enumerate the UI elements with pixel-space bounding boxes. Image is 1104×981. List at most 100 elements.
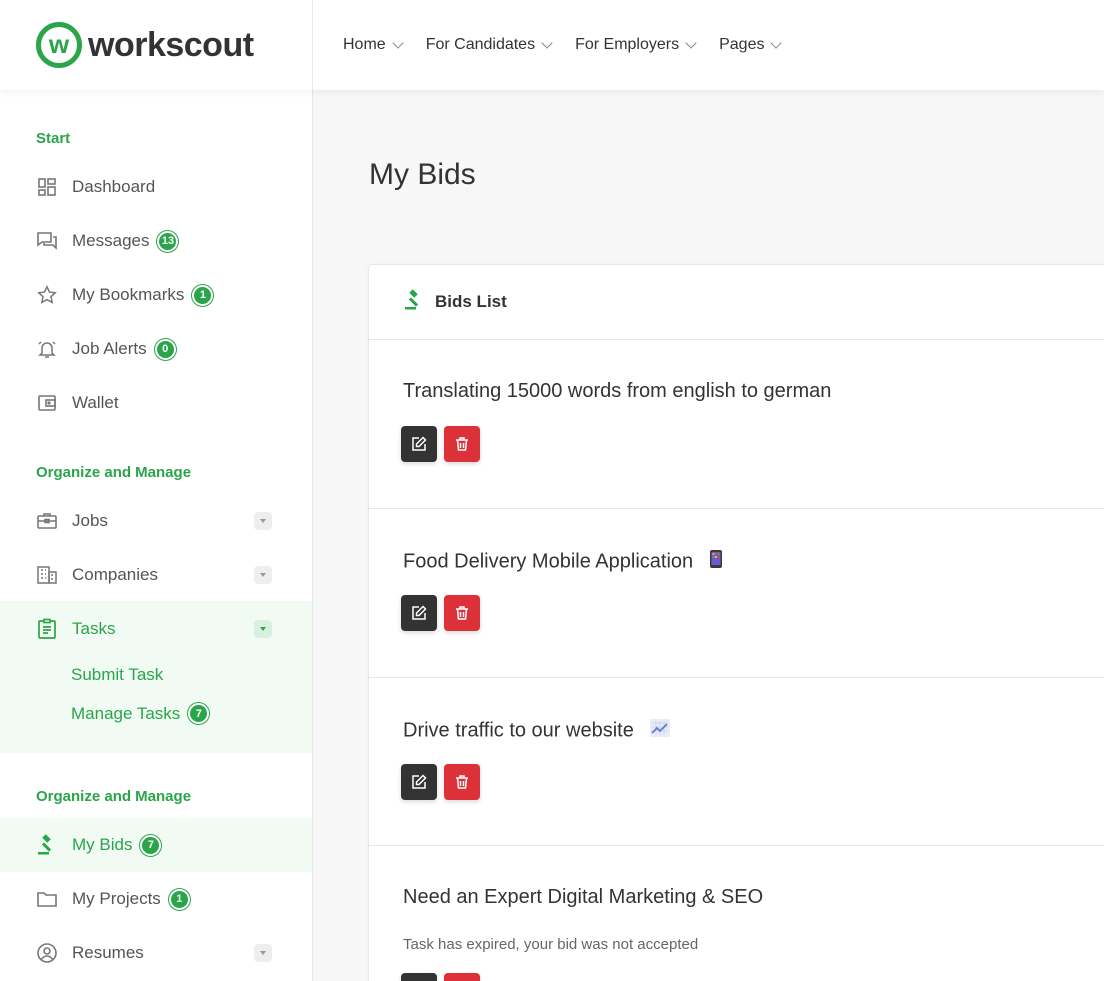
my-projects-count-badge: 1: [168, 888, 190, 910]
bid-title: Need an Expert Digital Marketing & SEO: [403, 886, 764, 908]
nav-for-candidates-label: For Candidates: [425, 36, 536, 53]
bid-title-row: Drive traffic to our website: [403, 718, 671, 744]
manage-tasks-count-badge: 7: [188, 703, 210, 724]
clipboard-icon: [36, 618, 58, 640]
list-item: Food Delivery Mobile Application: [369, 509, 1104, 678]
sidebar-item-companies[interactable]: Companies: [0, 548, 312, 602]
sidebar-item-label: My Bids: [72, 835, 133, 854]
nav-pages-label: Pages: [719, 36, 765, 53]
sidebar-item-messages[interactable]: Messages 13: [0, 214, 312, 268]
logo-letter: w: [48, 29, 70, 59]
delete-button[interactable]: [444, 595, 480, 631]
delete-button[interactable]: [444, 973, 480, 981]
gavel-icon: [36, 834, 58, 856]
user-circle-icon: [36, 942, 58, 964]
list-item: Drive traffic to our website: [369, 678, 1104, 846]
sidebar-item-label: Wallet: [72, 393, 119, 412]
card-header: Bids List: [369, 265, 1104, 340]
section-title-start: Start: [36, 130, 71, 147]
sidebar-subitem-manage-tasks[interactable]: Manage Tasks 7: [71, 703, 210, 724]
card-title: Bids List: [435, 292, 507, 311]
nav-pages[interactable]: Pages: [719, 36, 783, 54]
list-item: Need an Expert Digital Marketing & SEO T…: [369, 846, 1104, 981]
edit-button[interactable]: [401, 973, 437, 981]
sidebar-item-my-projects[interactable]: My Projects 1: [0, 872, 312, 926]
sidebar-item-label: Resumes: [72, 943, 144, 962]
top-header: w workscout Home For Candidates For Empl…: [0, 0, 1104, 90]
sidebar-item-bookmarks[interactable]: My Bookmarks 1: [0, 268, 312, 322]
chart-increasing-icon: [649, 718, 671, 744]
sidebar-item-dashboard[interactable]: Dashboard: [0, 160, 312, 214]
briefcase-icon: [36, 510, 58, 532]
section-title-organize-2: Organize and Manage: [36, 788, 192, 805]
edit-button[interactable]: [401, 595, 437, 631]
delete-button[interactable]: [444, 764, 480, 800]
sidebar-item-resumes[interactable]: Resumes: [0, 926, 312, 980]
sidebar-item-label: Messages: [72, 231, 150, 250]
logo-mark-icon: w: [36, 22, 82, 68]
sidebar-subitem-label: Submit Task: [71, 665, 164, 684]
sidebar-item-jobs[interactable]: Jobs: [0, 494, 312, 548]
edit-icon: [412, 605, 427, 620]
nav-for-employers-label: For Employers: [575, 36, 680, 53]
chevron-down-icon: [541, 37, 553, 49]
chevron-down-icon: [770, 37, 783, 49]
chevron-down-icon: [392, 37, 404, 49]
mobile-phone-icon: [709, 549, 723, 575]
my-bids-count-badge: 7: [140, 834, 162, 856]
dropdown-toggle-icon[interactable]: [254, 620, 272, 638]
trash-icon: [456, 437, 468, 451]
sidebar-item-label: Companies: [72, 565, 158, 584]
sidebar: Start Dashboard Messages 13 My Bookmarks…: [0, 90, 313, 981]
nav-for-employers[interactable]: For Employers: [575, 36, 697, 54]
sidebar-item-label: Jobs: [72, 511, 108, 530]
bell-icon: [36, 338, 58, 360]
section-title-organize: Organize and Manage: [36, 464, 192, 481]
page-title: My Bids: [369, 158, 476, 191]
bid-status-note: Task has expired, your bid was not accep…: [403, 936, 699, 953]
building-icon: [36, 564, 58, 586]
messages-count-badge: 13: [157, 230, 179, 252]
sidebar-subitem-submit-task[interactable]: Submit Task: [71, 665, 163, 685]
sidebar-item-label: Job Alerts: [72, 339, 147, 358]
dashboard-icon: [36, 176, 58, 198]
chevron-down-icon: [685, 37, 697, 49]
nav-for-candidates[interactable]: For Candidates: [425, 36, 553, 54]
nav-home[interactable]: Home: [343, 36, 404, 54]
dropdown-toggle-icon[interactable]: [254, 512, 272, 530]
sidebar-subitem-label: Manage Tasks: [71, 703, 181, 723]
main-nav: Home For Candidates For Employers Pages: [313, 0, 783, 90]
gavel-icon: [403, 288, 425, 316]
list-item: Translating 15000 words from english to …: [369, 340, 1104, 509]
edit-button[interactable]: [401, 426, 437, 462]
wallet-icon: [36, 392, 58, 414]
sidebar-item-job-alerts[interactable]: Job Alerts 0: [0, 322, 312, 376]
sidebar-item-tasks[interactable]: Tasks: [0, 602, 312, 656]
edit-icon: [412, 436, 427, 451]
trash-icon: [456, 775, 468, 789]
sidebar-item-label: Dashboard: [72, 177, 156, 196]
trash-icon: [456, 606, 468, 620]
sidebar-item-label: My Projects: [72, 889, 161, 908]
logo-text: workscout: [88, 25, 254, 64]
edit-button[interactable]: [401, 764, 437, 800]
edit-icon: [412, 774, 427, 789]
bid-title: Translating 15000 words from english to …: [403, 380, 832, 402]
bid-title: Food Delivery Mobile Application: [403, 550, 694, 573]
messages-icon: [36, 230, 58, 252]
bid-title: Drive traffic to our website: [403, 719, 634, 742]
folder-icon: [36, 888, 58, 910]
dropdown-toggle-icon[interactable]: [254, 944, 272, 962]
job-alerts-count-badge: 0: [154, 338, 176, 360]
logo[interactable]: w workscout: [0, 0, 313, 90]
sidebar-item-label: My Bookmarks: [72, 285, 185, 304]
nav-home-label: Home: [343, 36, 386, 53]
delete-button[interactable]: [444, 426, 480, 462]
bid-title-row: Food Delivery Mobile Application: [403, 549, 723, 575]
dropdown-toggle-icon[interactable]: [254, 566, 272, 584]
star-icon: [36, 284, 58, 306]
sidebar-item-wallet[interactable]: Wallet: [0, 376, 312, 430]
bids-list-card: Bids List Translating 15000 words from e…: [368, 264, 1104, 981]
bookmarks-count-badge: 1: [192, 284, 214, 306]
sidebar-item-my-bids[interactable]: My Bids 7: [0, 818, 312, 872]
